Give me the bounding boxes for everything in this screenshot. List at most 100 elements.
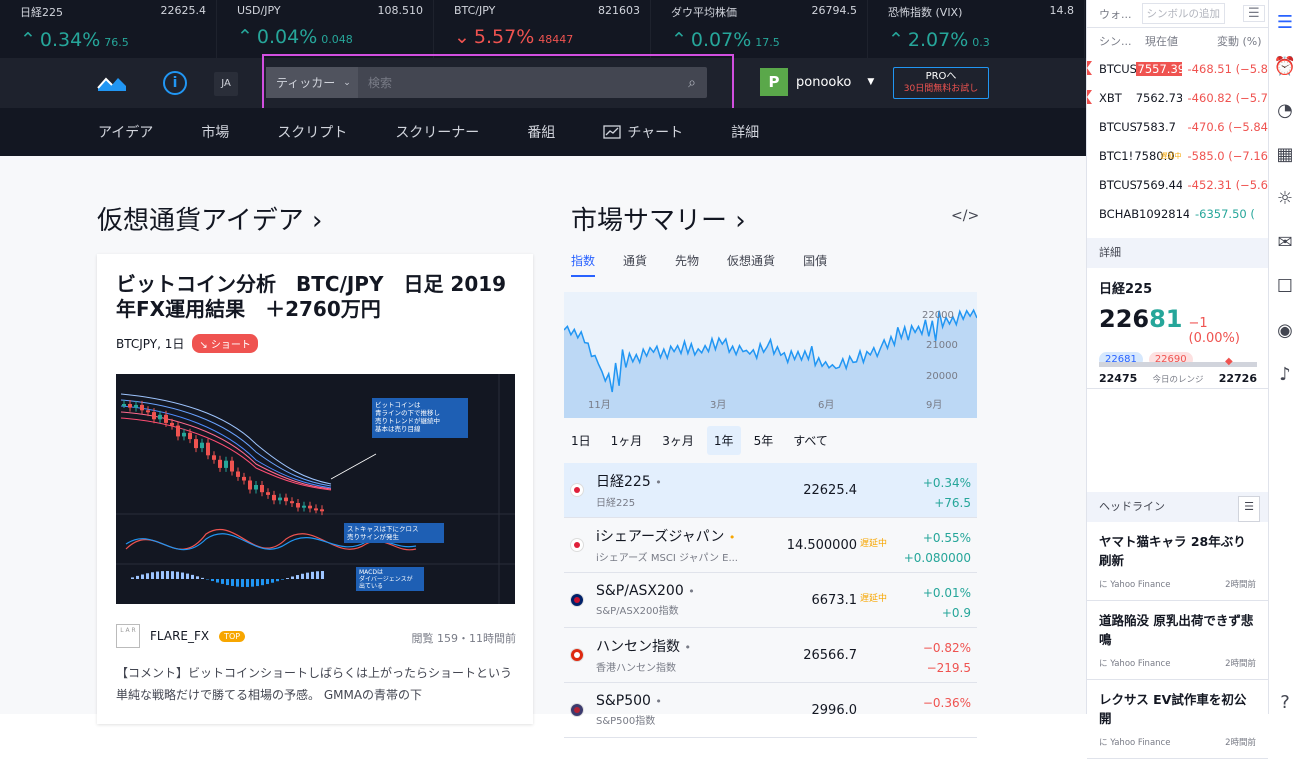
range-button[interactable]: 1日 (564, 426, 598, 455)
flag-icon (570, 593, 584, 607)
nav-chart[interactable]: チャート (603, 122, 683, 142)
notifications-icon[interactable]: ♪ (1269, 352, 1300, 396)
ideas-heading[interactable]: 仮想通貨アイデア › (97, 200, 322, 237)
alarm-icon[interactable]: ⏰ (1269, 44, 1300, 88)
market-row-value: 14.500000 (787, 538, 857, 553)
ticker-item[interactable]: USD/JPY108.510 ⌃0.04%0.048 (217, 0, 434, 58)
watchlist-symbol: XBT (1099, 91, 1136, 105)
market-row[interactable]: ハンセン指数 •香港ハンセン指数 26566.7 −0.82%−219.5 (564, 628, 977, 683)
range-button[interactable]: 1年 (707, 426, 741, 455)
nav-ideas[interactable]: アイデア (98, 122, 153, 142)
idea-symbol[interactable]: BTCJPY, 1日 (116, 335, 184, 352)
market-chart[interactable]: 22000 21000 20000 11月 3月 6月 9月 (564, 292, 977, 418)
market-heading[interactable]: 市場サマリー › (571, 200, 746, 237)
watchlist-symbol: BTC1! (1099, 149, 1134, 163)
market-row[interactable]: S&P/ASX200 •S&P/ASX200指数 6673.1 遅延中 +0.0… (564, 573, 977, 628)
idea-icon[interactable]: ☼ (1269, 176, 1300, 220)
flag-icon (570, 703, 584, 717)
watchlist-row[interactable]: BTC1!7580.0遅延中-585.0 (−7.16 (1087, 141, 1268, 170)
embed-icon[interactable]: </> (951, 208, 979, 224)
news-item[interactable]: 道路陥没 原乳出荷できず悲鳴に Yahoo Finance2時間前 (1087, 601, 1268, 680)
market-row-sub: S&P500指数 (596, 712, 776, 727)
market-row[interactable]: 日経225 •日経225 22625.4 +0.34%+76.5 (564, 463, 977, 518)
news-title: ヤマト猫キャラ 28年ぶり刷新 (1099, 532, 1256, 570)
ticker-item[interactable]: 日経22522625.4 ⌃0.34%76.5 (0, 0, 217, 58)
col-symbol[interactable]: シン... (1099, 33, 1145, 49)
market-row-sub: 日経225 (596, 494, 776, 509)
details-symbol[interactable]: 日経225 (1099, 278, 1256, 297)
col-price[interactable]: 現在値 (1145, 33, 1217, 49)
news-item[interactable]: ヤマト猫キャラ 28年ぶり刷新に Yahoo Finance2時間前 (1087, 522, 1268, 601)
market-row[interactable]: S&P500 •S&P500指数 2996.0 −0.36% (564, 683, 977, 738)
market-row-name: S&P500 (596, 693, 651, 709)
language-button[interactable]: JA (214, 72, 238, 96)
search-input[interactable] (358, 76, 677, 90)
help-icon[interactable]: ? (1269, 680, 1300, 724)
status-dot: • (655, 695, 662, 708)
range-button[interactable]: 1ヶ月 (604, 426, 650, 455)
watchlist-row[interactable]: BTCUSD7583.7-470.6 (−5.84 (1087, 112, 1268, 141)
top-header: i JA ティッカー⌄ ⌕ P ponooko ▼ PROへ 30日間無料お試し (0, 58, 1086, 108)
nav-screener[interactable]: スクリーナー (395, 122, 479, 142)
calendar-icon[interactable]: ▦ (1269, 132, 1300, 176)
idea-card[interactable]: ビットコイン分析 BTC/JPY 日足 2019年FX運用結果 ＋2760万円 … (97, 254, 533, 724)
watchlist-price: 7557.39 (1136, 62, 1182, 76)
ticker-dropdown[interactable]: ティッカー⌄ (266, 67, 358, 98)
watchlist-row[interactable]: BTCUSD7557.39-468.51 (−5.8 (1087, 54, 1268, 83)
nav-scripts[interactable]: スクリプト (277, 122, 347, 142)
market-tab[interactable]: 先物 (675, 252, 699, 277)
watchlist-row[interactable]: BTCUSD7569.44-452.31 (−5.6 (1087, 170, 1268, 199)
ticker-item[interactable]: BTC/JPY821603 ⌄5.57%48447 (434, 0, 651, 58)
watchlist-symbol: BTCUSD (1099, 178, 1136, 192)
watchlist-row[interactable]: XBT7562.73-460.82 (−5.7 (1087, 83, 1268, 112)
ticker-pct: 0.04% (257, 26, 317, 48)
add-symbol-input[interactable]: シンボルの追加 (1142, 3, 1226, 24)
market-tab[interactable]: 通貨 (623, 252, 647, 277)
idea-author[interactable]: L A R FLARE_FX TOP (116, 624, 245, 648)
market-row[interactable]: iシェアーズジャパン •iシェアーズ MSCI ジャパン E... 14.500… (564, 518, 977, 573)
market-row-name: ハンセン指数 (596, 639, 680, 655)
details-change: −1 (0.00%) (1189, 316, 1256, 346)
range-selector: 1日1ヶ月3ヶ月1年5年すべて (564, 426, 835, 455)
messages-icon[interactable]: ☐ (1269, 264, 1300, 308)
author-name[interactable]: FLARE_FX (150, 629, 209, 643)
watchlist-title[interactable]: ウォ... (1099, 6, 1132, 22)
watchlist-row[interactable]: BCHABC109281440.76-6357.50 ( (1087, 199, 1268, 228)
idea-chart-image[interactable]: ビットコインは青ラインの下で推移し売りトレンドが継続中基本は売り目線 ストキャス… (116, 374, 515, 604)
x-tick-0: 11月 (588, 399, 611, 411)
user-menu[interactable]: P ponooko ▼ (760, 68, 874, 96)
menu-icon[interactable]: ☰ (1243, 5, 1265, 22)
chat-icon[interactable]: ✉ (1269, 220, 1300, 264)
status-dot: • (688, 585, 695, 598)
ticker-item[interactable]: 恐怖指数 (VIX)14.8 ⌃2.07%0.3 (868, 0, 1085, 58)
search-icon[interactable]: ⌕ (677, 75, 707, 91)
nav-shows[interactable]: 番組 (527, 122, 555, 142)
ticker-item[interactable]: ダウ平均株価26794.5 ⌃0.07%17.5 (651, 0, 868, 58)
right-panel: ウォ... シンボルの追加 ☰ シン... 現在値 変動 (%) BTCUSD7… (1086, 0, 1268, 714)
range-button[interactable]: 5年 (747, 426, 781, 455)
pro-trial-button[interactable]: PROへ 30日間無料お試し (893, 67, 989, 99)
hotlist-icon[interactable]: ◔ (1269, 88, 1300, 132)
market-row-pct: +0.55% (904, 528, 971, 548)
range-button[interactable]: 3ヶ月 (655, 426, 701, 455)
range-button[interactable]: すべて (786, 426, 835, 455)
y-tick-1: 21000 (926, 340, 958, 351)
streams-icon[interactable]: ◉ (1269, 308, 1300, 352)
tradingview-logo-icon[interactable] (96, 74, 128, 94)
chevron-down-icon: ⌄ (343, 78, 351, 88)
range-label: 今日のレンジ (1152, 373, 1203, 385)
idea-title[interactable]: ビットコイン分析 BTC/JPY 日足 2019年FX運用結果 ＋2760万円 (116, 272, 516, 322)
ticker-pct: 2.07% (908, 29, 968, 51)
nav-markets[interactable]: 市場 (201, 122, 229, 142)
nav-more[interactable]: 詳細 (731, 122, 759, 142)
col-change[interactable]: 変動 (%) (1217, 33, 1262, 49)
market-tab[interactable]: 国債 (803, 252, 827, 277)
market-tab[interactable]: 仮想通貨 (727, 252, 775, 277)
news-item[interactable]: レクサス EV試作車を初公開に Yahoo Finance2時間前 (1087, 680, 1268, 759)
watchlist-icon[interactable]: ☰ (1269, 0, 1300, 44)
market-tab[interactable]: 指数 (571, 252, 595, 277)
headlines-menu-icon[interactable]: ☰ (1238, 496, 1260, 522)
info-icon[interactable]: i (163, 71, 187, 95)
ticker-pct: 0.34% (40, 29, 100, 51)
ticker-price: 14.8 (1050, 4, 1075, 20)
